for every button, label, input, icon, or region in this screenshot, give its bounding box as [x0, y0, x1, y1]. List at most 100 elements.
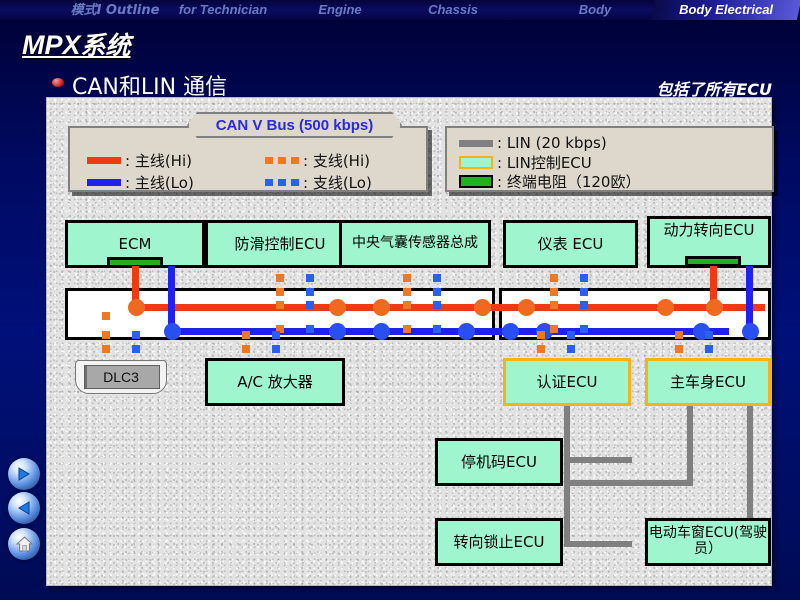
- legend-row-lin-ecu: : LIN控制ECU: [459, 152, 592, 173]
- legend-row-trunk-hi: : 主线(Hi): [87, 150, 192, 171]
- nav-home-button[interactable]: [8, 528, 40, 560]
- legend-swatch-terminator: [459, 175, 493, 188]
- legend-label-terminator: : 终端电阻（120欧）: [497, 171, 640, 192]
- ecu-label: 电动车窗ECU(驾驶员）: [648, 526, 768, 557]
- tab-3[interactable]: Chassis: [398, 0, 508, 20]
- branch-lo-stub: [132, 345, 140, 353]
- branch-hi-stub: [537, 345, 545, 353]
- home-icon: [15, 535, 34, 554]
- legend-label-trunk-hi: : 主线(Hi): [125, 150, 192, 171]
- ecu-steering-lock[interactable]: 转向锁止ECU: [435, 518, 563, 566]
- branch-hi-stub: [550, 301, 558, 309]
- legend-row-terminator: : 终端电阻（120欧）: [459, 171, 640, 192]
- ecu-power-window-driver[interactable]: 电动车窗ECU(驾驶员）: [645, 518, 771, 566]
- legend-label-trunk-lo: : 主线(Lo): [125, 172, 194, 193]
- branch-lo-stub: [705, 331, 713, 339]
- ecu-label: 转向锁止ECU: [454, 534, 545, 551]
- nav-back-button[interactable]: [8, 492, 40, 524]
- lin-wire-cert-down: [564, 406, 570, 460]
- branch-lo-stub: [306, 301, 314, 309]
- branch-hi-stub: [102, 331, 110, 339]
- branch-hi-stub: [242, 331, 250, 339]
- branch-lo-stub: [567, 331, 575, 339]
- ecu-label: ECM: [119, 236, 152, 253]
- nav-forward-button[interactable]: [8, 458, 40, 490]
- tab-5[interactable]: Body Electrical: [651, 0, 800, 20]
- can-lo-node-cert: [502, 323, 519, 340]
- page-title-cjk: 系统: [81, 31, 131, 60]
- lin-wire-body-cross: [564, 480, 693, 486]
- tab-4[interactable]: Body: [545, 0, 645, 20]
- legend-swatch-lin: [459, 140, 493, 147]
- bullet-icon: [52, 78, 64, 87]
- ecu-label: 防滑控制ECU: [235, 236, 326, 253]
- ecu-label: 中央气囊传感器总成: [352, 236, 478, 252]
- branch-lo-stub: [272, 331, 280, 339]
- legend-swatch-trunk-hi: [87, 157, 121, 164]
- branch-hi-stub: [403, 301, 411, 309]
- ecu-ac-amplifier[interactable]: A/C 放大器: [205, 358, 345, 406]
- tab-label: Chassis: [428, 2, 478, 17]
- legend-swatch-trunk-lo: [87, 179, 121, 186]
- can-lo-node-abs: [329, 323, 346, 340]
- legend-row-lin: : LIN (20 kbps): [459, 134, 607, 152]
- legend-row-trunk-lo: : 主线(Lo): [87, 172, 194, 193]
- diagram-canvas: CAN V Bus (500 kbps) : 主线(Hi) : 支线(Hi) :…: [46, 97, 772, 586]
- can-banner-label: CAN V Bus (500 kbps): [187, 112, 402, 138]
- legend-label-branch-lo: : 支线(Lo): [303, 172, 372, 193]
- can-hi-node-cert: [518, 299, 535, 316]
- branch-hi-stub: [550, 325, 558, 333]
- can-hi-node-eps: [657, 299, 674, 316]
- lin-wire-body-to-window: [747, 406, 753, 521]
- branch-lo-stub: [132, 331, 140, 339]
- branch-lo-stub: [580, 325, 588, 333]
- ecu-label: 认证ECU: [537, 374, 598, 391]
- page-title: MPX系统: [22, 26, 131, 62]
- can-lo-node-right: [742, 323, 759, 340]
- ecu-label: A/C 放大器: [237, 374, 313, 391]
- arrow-right-icon: [15, 465, 33, 483]
- ecu-abs[interactable]: 防滑控制ECU: [205, 220, 355, 268]
- branch-lo-stub: [567, 345, 575, 353]
- legend-row-branch-hi: : 支线(Hi): [265, 150, 370, 171]
- branch-lo-stub: [433, 288, 441, 296]
- ecu-main-body[interactable]: 主车身ECU: [645, 358, 771, 406]
- legend-label-lin-ecu: : LIN控制ECU: [497, 152, 592, 173]
- can-hi-node-abs: [329, 299, 346, 316]
- legend-swatch-branch-lo: [265, 179, 299, 186]
- ecu-label: 停机码ECU: [461, 454, 537, 471]
- can-hi-node-right: [706, 299, 723, 316]
- branch-hi-stub: [403, 274, 411, 282]
- branch-lo-stub: [705, 345, 713, 353]
- branch-hi-stub: [276, 301, 284, 309]
- ecu-meter[interactable]: 仪表 ECU: [503, 220, 638, 268]
- slide-root: 模式I Outlinefor TechnicianEngineChassisBo…: [0, 0, 800, 600]
- ecu-certification[interactable]: 认证ECU: [503, 358, 631, 406]
- branch-lo-stub: [306, 288, 314, 296]
- branch-hi-stub: [550, 274, 558, 282]
- dlc3-connector[interactable]: DLC3: [75, 360, 167, 394]
- branch-hi-stub: [403, 325, 411, 333]
- top-tab-bar: 模式I Outlinefor TechnicianEngineChassisBo…: [0, 0, 800, 20]
- lin-wire-cert-to-steerlock: [564, 541, 632, 547]
- branch-hi-stub: [102, 345, 110, 353]
- tab-2[interactable]: Engine: [285, 0, 395, 20]
- can-lo-node-ecm: [164, 323, 181, 340]
- branch-lo-stub: [272, 345, 280, 353]
- can-hi-node-ecm: [128, 299, 145, 316]
- legend-swatch-lin-ecu: [459, 156, 493, 169]
- branch-hi-stub: [675, 345, 683, 353]
- branch-hi-stub: [403, 288, 411, 296]
- can-hi-node-meter: [474, 299, 491, 316]
- can-lo-node-meter: [458, 323, 475, 340]
- branch-hi-stub: [242, 345, 250, 353]
- branch-lo-stub: [306, 274, 314, 282]
- lin-wire-cert-to-immob: [564, 457, 632, 463]
- branch-lo-stub: [433, 301, 441, 309]
- legend-label-branch-hi: : 支线(Hi): [303, 150, 370, 171]
- branch-hi-stub: [675, 331, 683, 339]
- branch-lo-stub: [306, 325, 314, 333]
- ecu-airbag-sensor[interactable]: 中央气囊传感器总成: [339, 220, 491, 268]
- tab-1[interactable]: for Technician: [148, 0, 298, 20]
- ecu-immobilizer[interactable]: 停机码ECU: [435, 438, 563, 486]
